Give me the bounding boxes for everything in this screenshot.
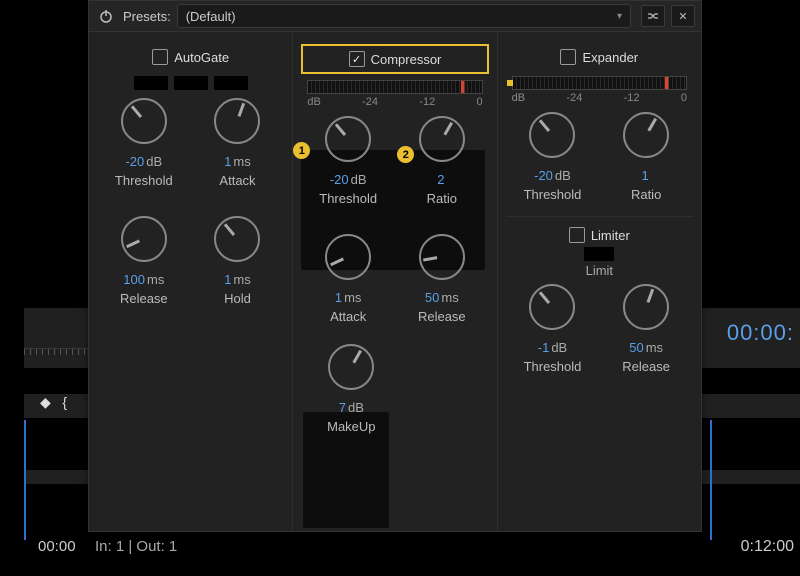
limiter-release-knob[interactable] — [623, 284, 669, 330]
limiter-threshold-knob[interactable] — [529, 284, 575, 330]
expander-ratio-knob[interactable] — [623, 112, 669, 158]
autogate-attack-knob[interactable] — [214, 98, 260, 144]
playhead-marker: ◆ { — [40, 394, 67, 411]
dynamics-panel: Presets: (Default) ▾ ✕ AutoGate — [88, 0, 702, 532]
autogate-threshold-knob[interactable] — [121, 98, 167, 144]
expander-title: Expander — [582, 50, 638, 65]
compressor-attack-knob[interactable] — [325, 234, 371, 280]
compressor-title: Compressor — [371, 52, 442, 67]
close-button[interactable]: ✕ — [671, 5, 695, 27]
autogate-toggle[interactable]: AutoGate — [97, 44, 284, 70]
timecode-display: 00:00: — [727, 320, 794, 346]
limiter-section: Limiter Limit -1dB Threshold 50ms Re — [506, 216, 693, 374]
timecode-end: 0:12:00 — [741, 538, 794, 556]
link-button[interactable] — [641, 5, 665, 27]
checkbox-icon — [152, 49, 168, 65]
power-icon — [99, 9, 113, 23]
autogate-meter — [97, 76, 284, 90]
expander-meter — [512, 76, 687, 90]
chevron-down-icon: ▾ — [617, 11, 622, 22]
close-icon: ✕ — [678, 10, 687, 23]
compressor-makeup-knob[interactable] — [328, 344, 374, 390]
preset-value: (Default) — [186, 9, 236, 24]
meter-labels: dB -24 -12 0 — [512, 92, 687, 104]
checkbox-icon — [560, 49, 576, 65]
power-button[interactable] — [95, 5, 117, 27]
expander-threshold-knob[interactable] — [529, 112, 575, 158]
compressor-ratio-knob[interactable] — [419, 116, 465, 162]
limiter-title: Limiter — [591, 228, 630, 243]
checkbox-icon — [569, 227, 585, 243]
autogate-title: AutoGate — [174, 50, 229, 65]
link-icon — [646, 10, 660, 22]
compressor-release-knob[interactable] — [419, 234, 465, 280]
autogate-section: AutoGate -20dB Threshold 1ms Attack — [89, 32, 292, 532]
compressor-toggle[interactable]: Compressor — [301, 44, 488, 74]
expander-section: Expander dB -24 -12 0 -20dB Threshold 1 … — [497, 32, 701, 532]
expander-toggle[interactable]: Expander — [506, 44, 693, 70]
presets-label: Presets: — [123, 9, 171, 24]
compressor-meter — [307, 80, 482, 94]
compressor-section: Compressor dB -24 -12 0 1 2 -20dB Thresh… — [292, 32, 496, 532]
checkbox-checked-icon — [349, 51, 365, 67]
limiter-meter — [584, 247, 614, 261]
preset-select[interactable]: (Default) ▾ — [177, 4, 631, 28]
compressor-threshold-knob[interactable] — [325, 116, 371, 162]
autogate-release-knob[interactable] — [121, 216, 167, 262]
limiter-toggle[interactable]: Limiter — [506, 227, 693, 243]
autogate-hold-knob[interactable] — [214, 216, 260, 262]
in-out-display: In: 1 | Out: 1 — [95, 538, 177, 555]
meter-labels: dB -24 -12 0 — [307, 96, 482, 108]
timecode-start: 00:00 — [38, 538, 76, 555]
limit-label: Limit — [506, 263, 693, 278]
